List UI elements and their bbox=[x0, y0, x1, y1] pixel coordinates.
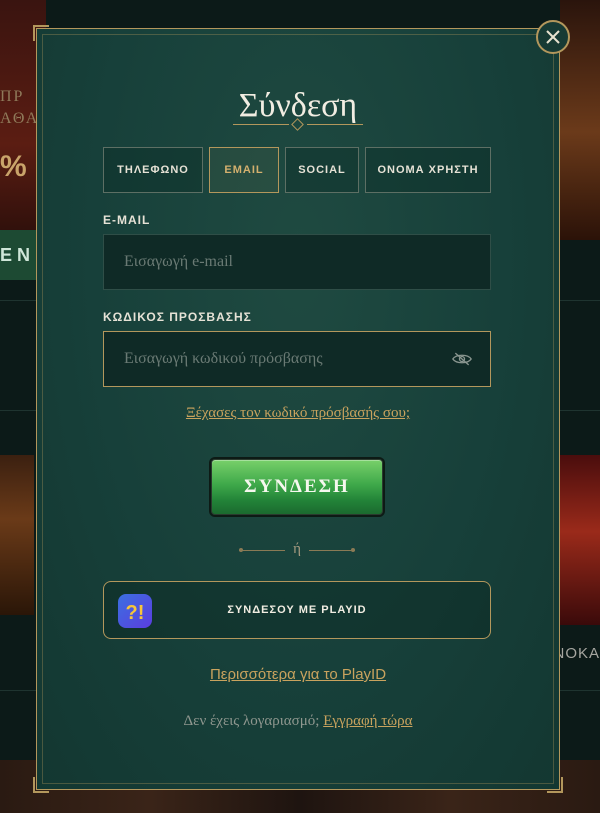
tab-username[interactable]: ΟΝΟΜΑ ΧΡΗΣΤΗ bbox=[365, 147, 491, 193]
tab-phone[interactable]: ΤΗΛΕΦΩΝΟ bbox=[103, 147, 203, 193]
game-thumbnail bbox=[560, 455, 600, 625]
tab-social[interactable]: SOCIAL bbox=[285, 147, 359, 193]
game-label: ΝΟΚΑ bbox=[553, 645, 600, 662]
email-field-wrapper bbox=[103, 234, 491, 290]
signup-prompt: Δεν έχεις λογαριασμό; Εγγραφή τώρα bbox=[37, 713, 559, 730]
corner-ornament bbox=[33, 777, 49, 793]
corner-ornament bbox=[33, 25, 49, 41]
email-label: E-MAIL bbox=[103, 213, 151, 227]
playid-login-button[interactable]: ?! ΣΥΝΔΕΣΟΥ ΜΕ PLAYID bbox=[103, 581, 491, 639]
promo-percent: % bbox=[0, 150, 27, 183]
close-icon[interactable] bbox=[536, 20, 570, 54]
promo-text-line-1: ΠΡ bbox=[0, 88, 25, 105]
login-modal: Σύνδεση ΤΗΛΕΦΩΝΟ EMAIL SOCIAL ΟΝΟΜΑ ΧΡΗΣ… bbox=[33, 25, 563, 793]
tab-email[interactable]: EMAIL bbox=[209, 147, 279, 193]
login-method-tabs: ΤΗΛΕΦΩΝΟ EMAIL SOCIAL ΟΝΟΜΑ ΧΡΗΣΤΗ bbox=[103, 147, 491, 193]
password-field-wrapper bbox=[103, 331, 491, 387]
playid-info-link[interactable]: Περισσότερα για το PlayID bbox=[37, 666, 559, 683]
promo-button: Ε Ν bbox=[0, 230, 40, 280]
promo-text-line-2: ΑΘΑ bbox=[0, 110, 40, 127]
playid-button-label: ΣΥΝΔΕΣΟΥ ΜΕ PLAYID bbox=[227, 604, 367, 616]
corner-ornament bbox=[547, 777, 563, 793]
title-ornament bbox=[233, 118, 363, 131]
or-divider: ή bbox=[239, 541, 355, 557]
login-button[interactable]: ΣΥΝΔΕΣΗ bbox=[211, 459, 383, 515]
eye-off-icon[interactable] bbox=[452, 352, 472, 366]
game-thumbnail bbox=[0, 455, 34, 615]
password-field[interactable] bbox=[122, 349, 452, 369]
forgot-password-link[interactable]: Ξέχασες τον κωδικό πρόσβασής σου; bbox=[37, 405, 559, 422]
signup-link[interactable]: Εγγραφή τώρα bbox=[323, 713, 412, 729]
password-label: ΚΩΔΙΚΟΣ ΠΡΟΣΒΑΣΗΣ bbox=[103, 310, 252, 324]
no-account-text: Δεν έχεις λογαριασμό; bbox=[183, 713, 320, 729]
email-field[interactable] bbox=[122, 252, 472, 272]
